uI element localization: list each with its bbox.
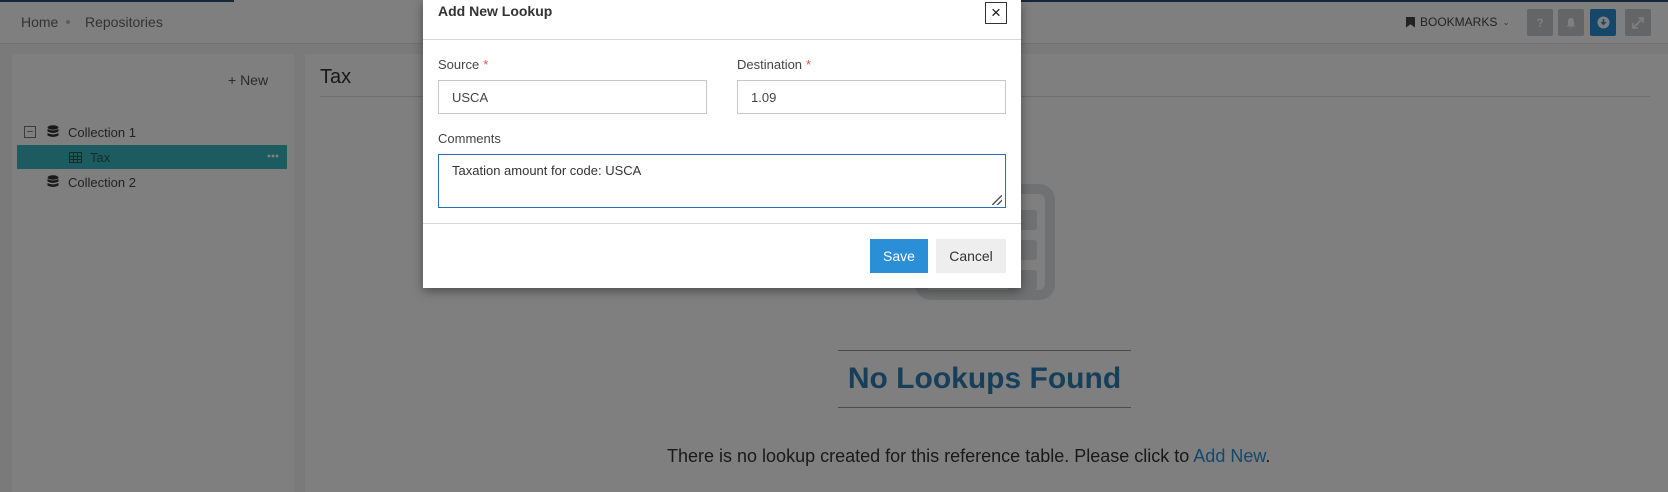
resize-handle-icon[interactable] bbox=[992, 195, 1002, 205]
close-icon: × bbox=[991, 3, 1001, 22]
dialog-title: Add New Lookup bbox=[438, 3, 553, 19]
required-marker: * bbox=[806, 57, 812, 72]
destination-input[interactable] bbox=[737, 80, 1006, 114]
source-input[interactable] bbox=[438, 80, 707, 114]
add-lookup-dialog: Add New Lookup × Source* Destination* Co… bbox=[423, 0, 1021, 288]
save-button[interactable]: Save bbox=[870, 239, 928, 273]
source-label: Source * bbox=[438, 57, 489, 72]
comments-label: Comments bbox=[438, 131, 501, 146]
required-marker: * bbox=[483, 57, 489, 72]
dialog-header-divider bbox=[423, 39, 1021, 40]
comments-textarea[interactable]: Taxation amount for code: USCA bbox=[438, 154, 1006, 208]
dialog-footer-divider bbox=[423, 223, 1021, 224]
destination-label: Destination * bbox=[737, 57, 812, 72]
close-button[interactable]: × bbox=[985, 2, 1007, 24]
cancel-button[interactable]: Cancel bbox=[936, 239, 1006, 273]
